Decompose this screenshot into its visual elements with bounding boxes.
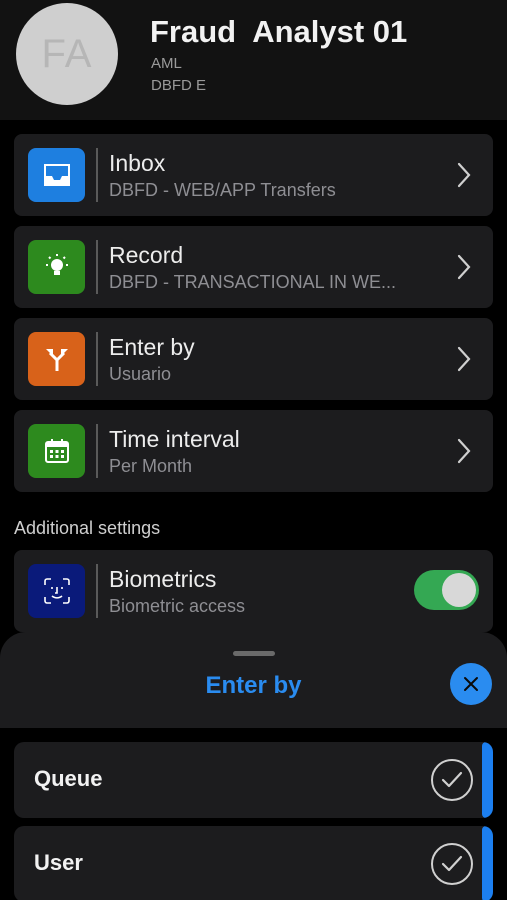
- option-label: Queue: [34, 766, 103, 791]
- lightbulb-icon: [28, 240, 85, 294]
- close-icon: [464, 677, 478, 691]
- section-label-additional-settings: Additional settings: [14, 518, 161, 538]
- inbox-tray-icon: [28, 148, 85, 202]
- divider: [96, 564, 98, 618]
- biometrics-toggle[interactable]: [414, 570, 479, 610]
- divider: [96, 148, 98, 202]
- profile-name: Fraud Analyst 01: [150, 14, 408, 49]
- checkmark-circle-icon: [431, 759, 473, 801]
- menu-item-subtitle: DBFD - TRANSACTIONAL IN WE...: [109, 272, 397, 292]
- toggle-knob: [442, 573, 476, 607]
- profile-entity: DBFD E: [151, 77, 207, 94]
- profile-header: FA Fraud Analyst 01 AML DBFD E: [0, 0, 507, 120]
- option-user[interactable]: User: [14, 826, 493, 900]
- chevron-right-icon: [457, 162, 471, 188]
- menu-item-title: Record: [109, 242, 184, 268]
- chevron-right-icon: [457, 438, 471, 464]
- chevron-right-icon: [457, 346, 471, 372]
- menu-item-subtitle: DBFD - WEB/APP Transfers: [109, 180, 336, 200]
- calendar-icon: [28, 424, 85, 478]
- profile-department: AML: [151, 55, 182, 72]
- menu-item-title: Inbox: [109, 150, 166, 176]
- bottom-sheet-header: Enter by: [0, 632, 507, 728]
- menu-item-time-interval[interactable]: Time interval Per Month: [14, 410, 493, 492]
- option-accent-bar: [482, 742, 493, 818]
- menu-item-title: Time interval: [109, 426, 240, 452]
- sheet-title: Enter by: [205, 672, 302, 699]
- settings-item-subtitle: Biometric access: [109, 596, 246, 616]
- menu-item-title: Enter by: [109, 334, 195, 360]
- face-id-icon: [28, 564, 85, 618]
- menu-item-record[interactable]: Record DBFD - TRANSACTIONAL IN WE...: [14, 226, 493, 308]
- avatar[interactable]: FA: [16, 3, 118, 105]
- menu-item-inbox[interactable]: Inbox DBFD - WEB/APP Transfers: [14, 134, 493, 216]
- sheet-grabber[interactable]: [233, 651, 275, 656]
- settings-item-title: Biometrics: [109, 566, 217, 592]
- fork-arrow-icon: [28, 332, 85, 386]
- divider: [96, 424, 98, 478]
- menu-item-subtitle: Per Month: [109, 456, 193, 476]
- divider: [96, 240, 98, 294]
- close-button[interactable]: [450, 663, 492, 705]
- avatar-initials: FA: [41, 31, 93, 76]
- checkmark-circle-icon: [431, 843, 473, 885]
- option-queue[interactable]: Queue: [14, 742, 493, 818]
- settings-item-biometrics: Biometrics Biometric access: [14, 550, 493, 632]
- chevron-right-icon: [457, 254, 471, 280]
- option-label: User: [34, 850, 83, 875]
- menu-item-enter-by[interactable]: Enter by Usuario: [14, 318, 493, 400]
- option-accent-bar: [482, 826, 493, 900]
- menu-item-subtitle: Usuario: [109, 364, 172, 384]
- divider: [96, 332, 98, 386]
- bottom-sheet: Enter by Queue User: [0, 632, 507, 900]
